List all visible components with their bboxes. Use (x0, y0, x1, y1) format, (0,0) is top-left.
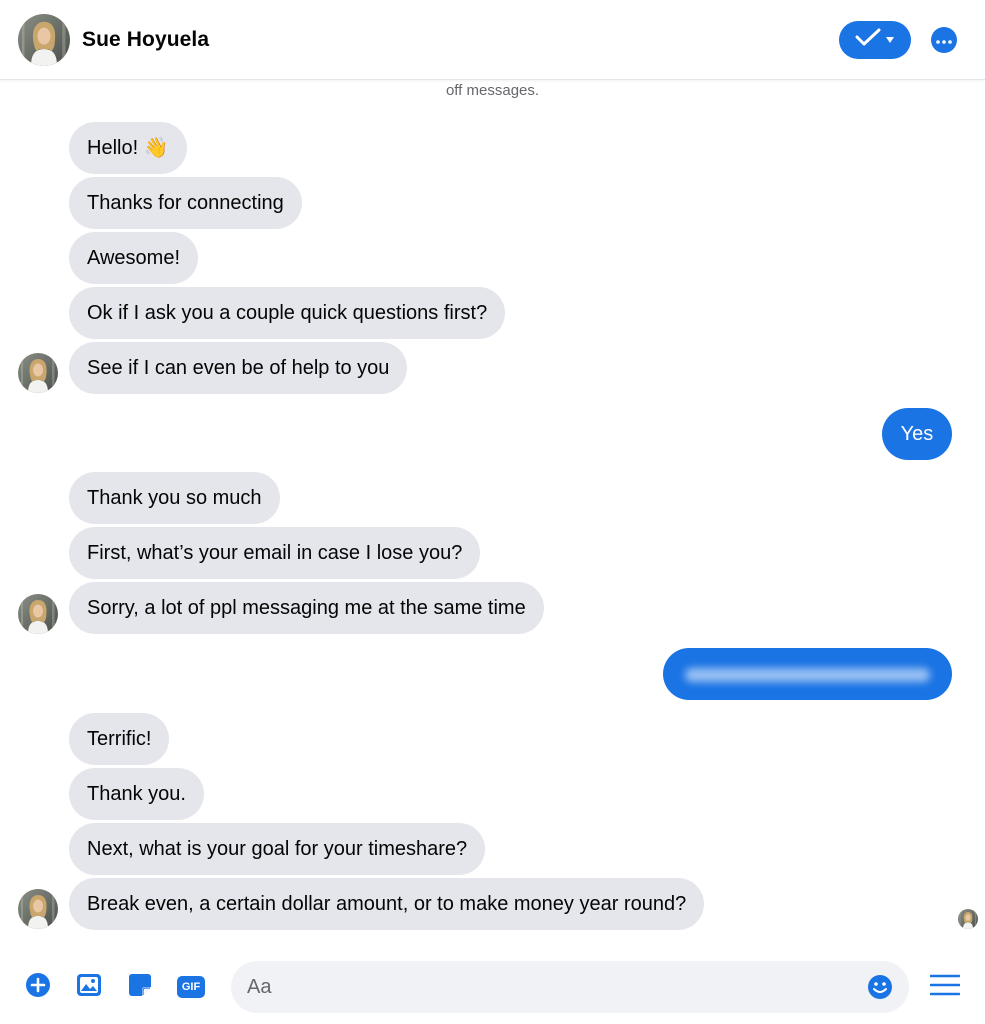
message-bubble[interactable]: Thank you so much (69, 472, 280, 524)
message-thread[interactable]: off messages. Hello! 👋 Thanks for connec… (0, 80, 985, 950)
message-bubble[interactable]: Ok if I ask you a couple quick questions… (69, 287, 506, 339)
message-bubble[interactable]: First, what’s your email in case I lose … (69, 527, 481, 579)
emoji-icon[interactable] (867, 974, 893, 1000)
ellipsis-icon (936, 31, 952, 49)
seen-avatar-icon (958, 909, 978, 929)
more-actions-button[interactable] (24, 972, 52, 1003)
message-bubble[interactable]: Thank you. (69, 768, 204, 820)
checkmark-icon (855, 27, 881, 52)
message-input-container[interactable] (231, 961, 909, 1013)
message-input[interactable] (247, 975, 867, 999)
sender-avatar[interactable] (18, 594, 58, 634)
caret-down-icon (885, 31, 895, 49)
contact-name[interactable]: Sue Hoyuela (82, 28, 209, 52)
contact-avatar[interactable] (18, 14, 70, 66)
message-bubble[interactable]: Sorry, a lot of ppl messaging me at the … (69, 582, 544, 634)
plus-icon (25, 972, 51, 1003)
conversation-header: Sue Hoyuela (0, 0, 985, 80)
message-bubble[interactable]: Break even, a certain dollar amount, or … (69, 878, 705, 930)
attach-photo-button[interactable] (75, 973, 103, 1001)
photo-icon (76, 973, 102, 1002)
more-options-button[interactable] (931, 26, 957, 53)
message-bubble[interactable]: Thanks for connecting (69, 177, 302, 229)
message-bubble[interactable]: Hello! 👋 (69, 122, 187, 174)
message-bubble[interactable]: Awesome! (69, 232, 199, 284)
gif-icon: GIF (177, 976, 205, 998)
message-bubble-outgoing[interactable]: Yes (882, 408, 952, 460)
redacted-text (685, 668, 930, 682)
gif-button[interactable]: GIF (177, 973, 205, 1001)
message-composer: GIF (0, 950, 985, 1024)
message-bubble-outgoing-redacted[interactable] (663, 648, 952, 700)
sticker-button[interactable] (126, 973, 154, 1001)
thread-notice: off messages. (445, 82, 540, 99)
thread-menu-button[interactable] (929, 973, 961, 1001)
mark-done-button[interactable] (839, 20, 911, 59)
hamburger-menu-icon (929, 974, 961, 1001)
sender-avatar[interactable] (18, 353, 58, 393)
message-bubble[interactable]: Terrific! (69, 713, 170, 765)
sticker-icon (128, 973, 152, 1002)
message-bubble[interactable]: Next, what is your goal for your timesha… (69, 823, 486, 875)
message-bubble[interactable]: See if I can even be of help to you (69, 342, 408, 394)
sender-avatar[interactable] (18, 889, 58, 929)
